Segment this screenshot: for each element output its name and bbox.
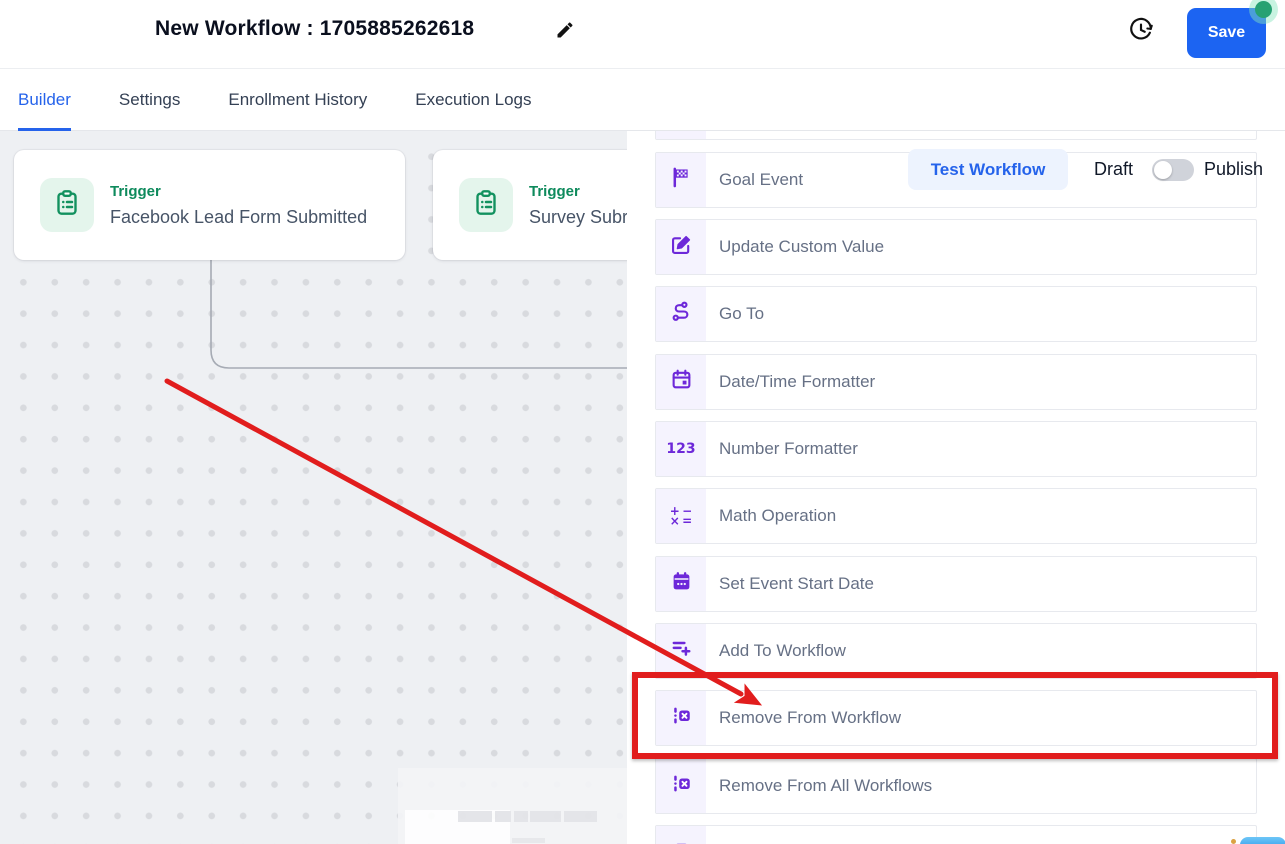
trigger-title: Facebook Lead Form Submitted (110, 206, 368, 227)
tab-settings[interactable]: Settings (119, 69, 180, 131)
list-remove-icon (670, 704, 693, 732)
action-item-math-operation[interactable]: + − × = Math Operation (655, 488, 1257, 545)
action-item-remove-from-all-workflows[interactable]: Remove From All Workflows (655, 757, 1257, 814)
actions-panel: Goal Event Update Custom Value Go To Dat… (627, 131, 1285, 844)
trigger-card[interactable]: Trigger Facebook Lead Form Submitted (14, 150, 405, 260)
tab-label: Builder (18, 90, 71, 109)
version-history-button[interactable] (1126, 16, 1156, 46)
trigger-type-label: Trigger (110, 182, 161, 200)
action-icon-box (656, 152, 706, 207)
trigger-card[interactable]: Trigger Survey Subr (433, 150, 627, 260)
action-item-label: Add To Workflow (719, 640, 846, 660)
action-icon-box (656, 131, 706, 140)
trigger-icon-box (459, 178, 513, 232)
action-item-remove-from-workflow[interactable]: Remove From Workflow (655, 690, 1257, 747)
tab-label: Enrollment History (228, 90, 368, 109)
calendar-date-icon (670, 368, 693, 396)
chat-widget-dot (1231, 839, 1236, 844)
action-icon-box (656, 623, 706, 678)
math-symbols-icon: + − × = (669, 504, 693, 529)
publish-toggle[interactable] (1152, 159, 1194, 181)
action-item-partial-bottom[interactable] (655, 824, 1257, 844)
action-item-date-time-formatter[interactable]: Date/Time Formatter (655, 353, 1257, 410)
action-item-label: Set Event Start Date (719, 573, 874, 593)
action-item-label: Remove From Workflow (719, 708, 901, 728)
action-icon-box (656, 758, 706, 813)
action-item-update-custom-value[interactable]: Update Custom Value (655, 219, 1257, 275)
action-icon-box: 123 (656, 421, 706, 476)
clipboard-icon (471, 188, 501, 223)
action-item-partial-top[interactable] (655, 131, 1257, 141)
trigger-type-label: Trigger (529, 182, 580, 200)
workflow-title: New Workflow : 1705885262618 (155, 17, 475, 40)
tab-label: Execution Logs (415, 90, 532, 109)
route-icon (670, 300, 693, 328)
action-item-go-to[interactable]: Go To (655, 286, 1257, 343)
action-item-set-event-start-date[interactable]: Set Event Start Date (655, 555, 1257, 612)
action-item-label: Update Custom Value (719, 237, 885, 256)
workflow-canvas[interactable]: Trigger Facebook Lead Form Submitted Tri… (0, 131, 627, 844)
trigger-title: Survey Subr (529, 206, 627, 227)
tab-execution-logs[interactable]: Execution Logs (415, 69, 531, 131)
save-button[interactable]: Save (1187, 8, 1266, 58)
edit-title-button[interactable] (552, 18, 578, 44)
tab-enrollment-history[interactable]: Enrollment History (228, 69, 367, 131)
square-filled-icon (670, 839, 693, 844)
action-icon-box (656, 287, 706, 342)
action-icon-box: + − × = (656, 489, 706, 544)
action-item-number-formatter[interactable]: 123 Number Formatter (655, 420, 1257, 477)
action-icon-box (656, 556, 706, 611)
action-item-label (706, 131, 719, 139)
tab-label: Settings (118, 90, 181, 109)
list-remove-icon (670, 772, 693, 800)
draft-label: Draft (1094, 159, 1134, 179)
action-icon-box (656, 220, 706, 274)
tab-builder[interactable]: Builder (18, 69, 71, 131)
action-icon-box (656, 825, 706, 844)
clipboard-icon (52, 188, 82, 223)
publish-label: Publish (1204, 159, 1264, 179)
goal-flag-icon (670, 166, 693, 194)
action-icon-box (656, 354, 706, 409)
action-item-label: Date/Time Formatter (719, 371, 876, 391)
action-item-label (706, 826, 719, 844)
pencil-icon (555, 22, 575, 43)
tabs: Builder Settings Enrollment History Executi… (18, 69, 579, 131)
tab-bar: Builder Settings Enrollment History Executi… (0, 69, 1285, 190)
history-clock-icon (1128, 17, 1154, 46)
action-item-label: Remove From All Workflows (719, 775, 933, 795)
edit-square-icon (670, 233, 693, 261)
action-item-add-to-workflow[interactable]: Add To Workflow (655, 622, 1257, 679)
action-item-label: Go To (719, 304, 765, 324)
toggle-knob (1154, 161, 1172, 179)
list-add-icon (670, 637, 693, 665)
chat-widget-icon[interactable] (1240, 837, 1285, 844)
action-item-label: Number Formatter (719, 438, 858, 458)
test-workflow-button[interactable]: Test Workflow (908, 149, 1068, 190)
calendar-event-icon (670, 570, 693, 598)
action-item-label: Math Operation (719, 506, 837, 526)
numbers-123-icon: 123 (666, 440, 696, 457)
action-item-label: Goal Event (719, 169, 804, 189)
trigger-texts: Trigger Survey Subr (529, 150, 627, 260)
header: New Workflow : 1705885262618 Save (0, 0, 1285, 69)
drag-ghost-preview (398, 768, 627, 844)
action-icon-box (656, 691, 706, 746)
trigger-icon-box (40, 178, 94, 232)
trigger-texts: Trigger Facebook Lead Form Submitted (110, 150, 367, 260)
unsaved-changes-dot (1255, 1, 1272, 18)
